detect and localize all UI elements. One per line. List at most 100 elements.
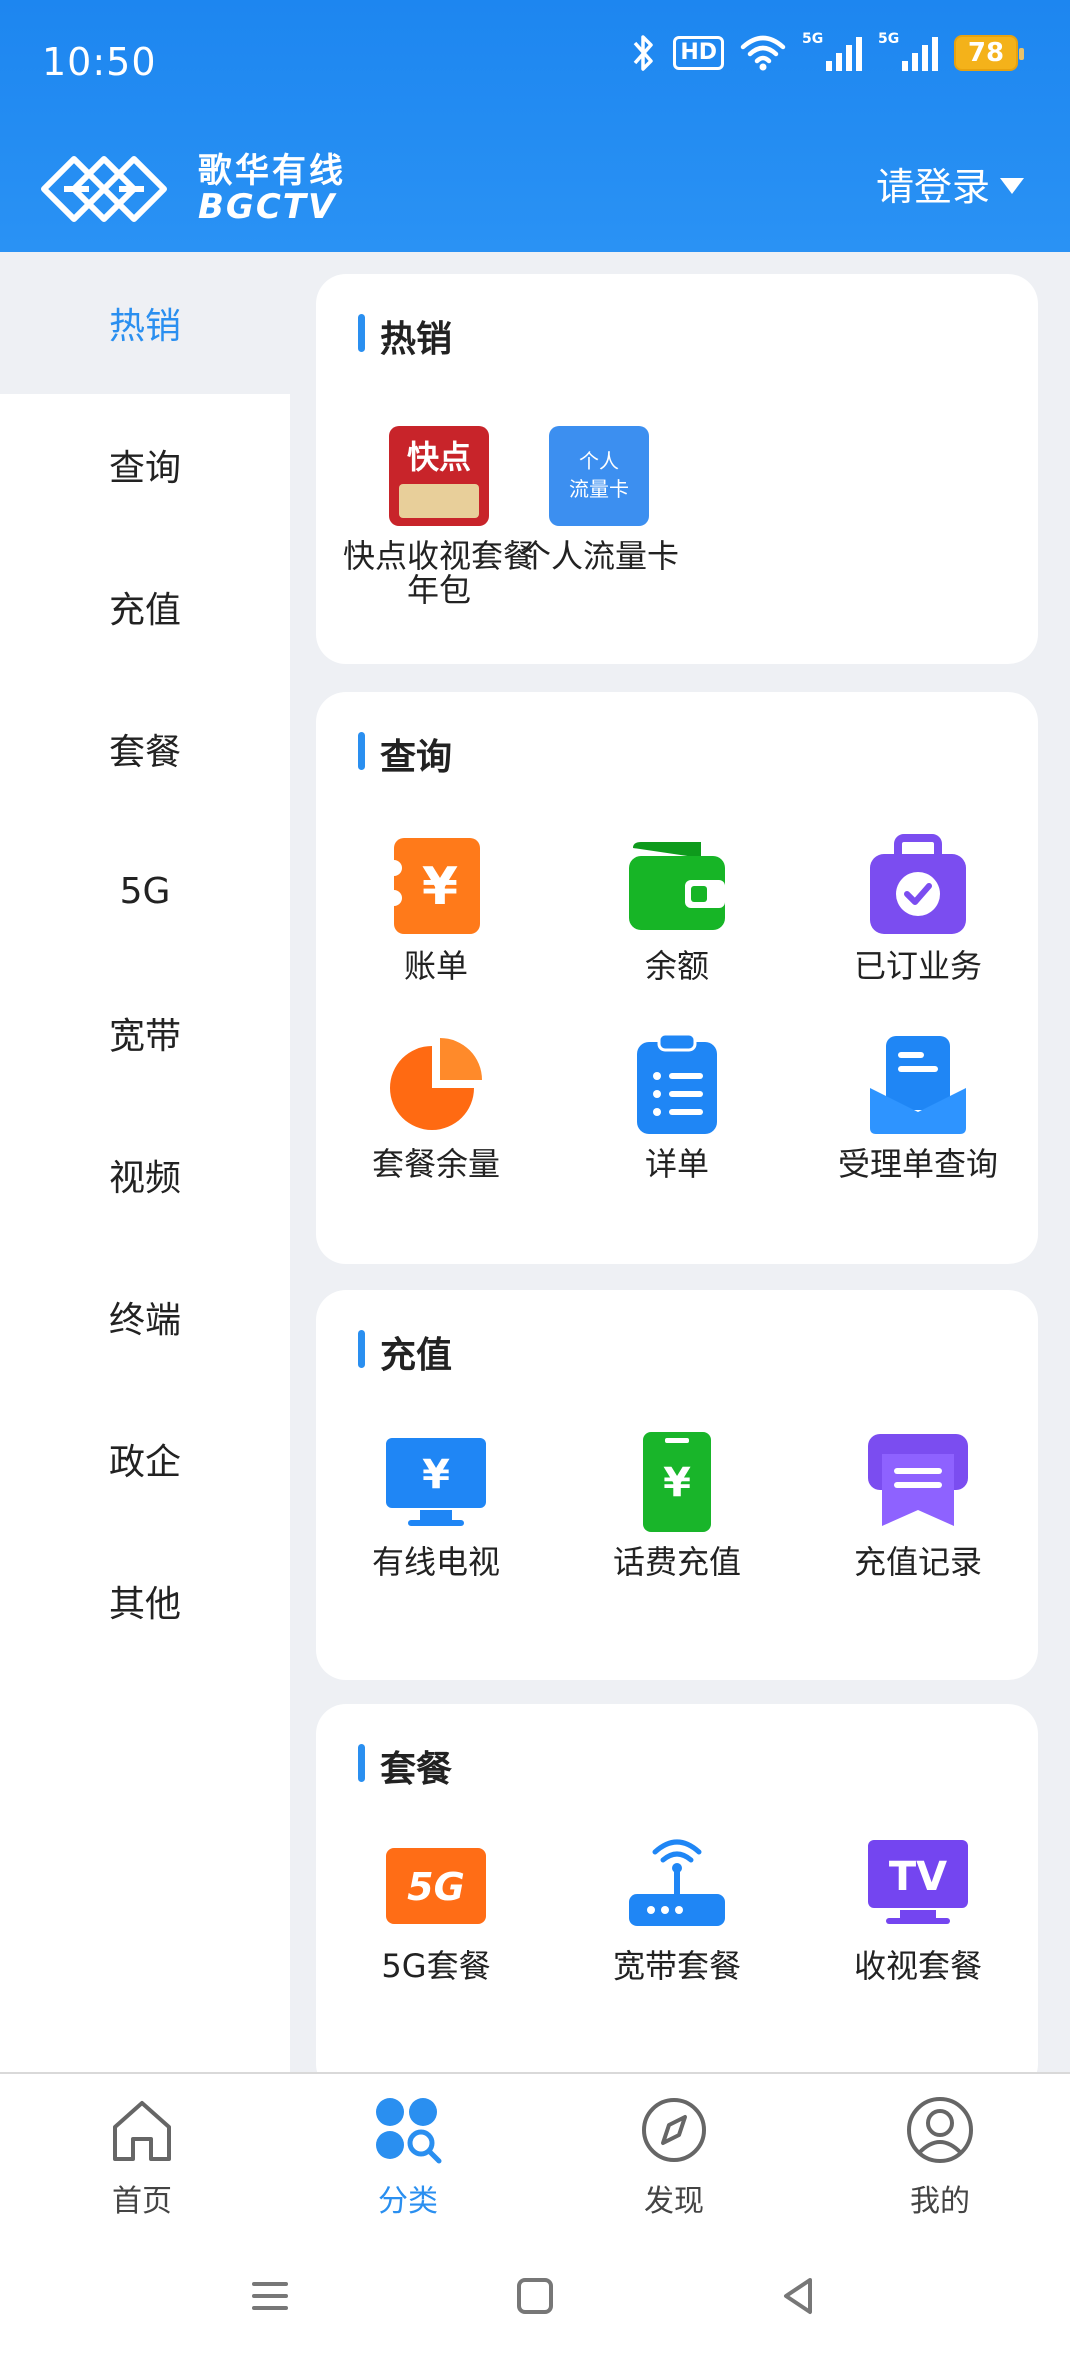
wifi-icon <box>740 35 786 71</box>
tile-label: 有线电视 <box>371 1543 500 1581</box>
tab-discover[interactable]: 发现 <box>574 2092 774 2220</box>
sidebar-item-package[interactable]: 套餐 <box>0 678 290 820</box>
menu-button[interactable] <box>240 2266 300 2326</box>
section-title: 套餐 <box>358 1740 452 1792</box>
status-time: 10:50 <box>42 40 157 84</box>
tile-recharge-record[interactable]: 充值记录 <box>798 1430 1038 1580</box>
tile-label: 充值记录 <box>853 1543 982 1581</box>
section-hot: 热销 快点 快点收视套餐年包 个人 流量卡 个人流量卡 <box>316 274 1038 664</box>
pie-chart-icon <box>384 1032 488 1136</box>
tile-subscribed-services[interactable]: 已订业务 <box>798 834 1038 984</box>
hd-icon: HD <box>673 36 724 70</box>
tile-label: 账单 <box>403 947 468 985</box>
subscribed-service-icon <box>866 834 970 938</box>
sidebar-item-recharge[interactable]: 充值 <box>0 536 290 678</box>
bluetooth-icon <box>631 33 657 73</box>
tile-broadband-package[interactable]: 宽带套餐 <box>557 1834 797 1984</box>
svg-text:个人: 个人 <box>579 449 619 473</box>
brand-name-cn: 歌华有线 <box>198 151 346 191</box>
sidebar-item-terminal[interactable]: 终端 <box>0 1246 290 1388</box>
tile-label: 个人流量卡 <box>518 537 679 575</box>
svg-text:快点: 快点 <box>407 438 471 476</box>
tile-label: 已订业务 <box>853 947 982 985</box>
back-button[interactable] <box>768 2266 828 2326</box>
tab-label: 分类 <box>378 2184 438 2219</box>
bill-icon: ¥ <box>384 834 488 938</box>
square-icon <box>517 2278 553 2314</box>
section-package: 套餐 5G 5G套餐 宽带套餐 TV 收视套餐 <box>316 1704 1038 2072</box>
bgctv-logo-icon <box>41 156 167 222</box>
data-card-icon: 个人 流量卡 <box>547 424 651 528</box>
system-nav-bar <box>0 2242 1070 2356</box>
back-triangle-icon <box>784 2278 812 2314</box>
category-sidebar: 热销 查询 充值 套餐 5G 宽带 视频 终端 政企 其他 <box>0 252 290 2072</box>
router-icon <box>625 1834 729 1938</box>
bottom-tab-bar: 首页 分类 发现 我的 <box>0 2072 1070 2242</box>
kuaidian-package-icon: 快点 <box>387 424 491 528</box>
tile-phone-recharge[interactable]: ¥ 话费充值 <box>557 1430 797 1580</box>
tab-home[interactable]: 首页 <box>42 2092 242 2220</box>
tab-label: 首页 <box>112 2184 172 2219</box>
app-header: 10:50 HD 5G 5G 78 歌华有线 BGCTV 请登录 <box>0 0 1070 252</box>
section-query: 查询 ¥ 账单 余额 已订业务 套餐余量 详单 受理单查询 <box>316 692 1038 1264</box>
sidebar-item-query[interactable]: 查询 <box>0 394 290 536</box>
tile-tv-package[interactable]: TV 收视套餐 <box>798 1834 1038 1984</box>
category-icon <box>370 2092 446 2168</box>
tile-balance[interactable]: 余额 <box>557 834 797 984</box>
battery-icon: 78 <box>954 35 1024 71</box>
section-title: 查询 <box>358 728 452 780</box>
tile-label: 详单 <box>644 1145 709 1183</box>
profile-icon <box>902 2092 978 2168</box>
tile-label: 套餐余量 <box>371 1145 500 1183</box>
caret-down-icon <box>1000 177 1024 194</box>
detail-list-icon <box>625 1032 729 1136</box>
login-dropdown[interactable]: 请登录 <box>876 156 1024 211</box>
order-query-icon <box>866 1032 970 1136</box>
signal-5g-icon: 5G <box>802 31 862 73</box>
tab-label: 我的 <box>910 2184 970 2219</box>
svg-text:¥: ¥ <box>422 857 458 917</box>
tile-5g-package[interactable]: 5G 5G套餐 <box>316 1834 556 1984</box>
tile-tv-recharge[interactable]: ¥ 有线电视 <box>316 1430 556 1580</box>
brand-name-en: BGCTV <box>198 187 337 227</box>
menu-icon <box>252 2282 288 2310</box>
tile-label: 5G套餐 <box>381 1947 491 1985</box>
sidebar-item-5g[interactable]: 5G <box>0 820 290 962</box>
tab-profile[interactable]: 我的 <box>840 2092 1040 2220</box>
svg-text:¥: ¥ <box>422 1452 450 1498</box>
brand-logo: 歌华有线 BGCTV <box>34 144 346 234</box>
tile-label: 余额 <box>644 947 709 985</box>
wallet-icon <box>625 834 729 938</box>
tab-category[interactable]: 分类 <box>308 2092 508 2220</box>
tile-detail-list[interactable]: 详单 <box>557 1032 797 1182</box>
category-content: 热销 快点 快点收视套餐年包 个人 流量卡 个人流量卡 查询 ¥ 账单 余额 已… <box>290 252 1070 2072</box>
sidebar-item-broadband[interactable]: 宽带 <box>0 962 290 1104</box>
tile-order-query[interactable]: 受理单查询 <box>798 1032 1038 1182</box>
sidebar-item-other[interactable]: 其他 <box>0 1530 290 1672</box>
svg-text:TV: TV <box>889 1854 947 1900</box>
phone-recharge-icon: ¥ <box>625 1430 729 1534</box>
compass-icon <box>636 2092 712 2168</box>
tile-data-card[interactable]: 个人 流量卡 个人流量卡 <box>479 424 719 574</box>
svg-text:¥: ¥ <box>663 1460 691 1506</box>
home-icon <box>104 2092 180 2168</box>
signal-5g-icon-2: 5G <box>878 31 938 73</box>
tile-label: 收视套餐 <box>853 1947 982 1985</box>
svg-text:5G: 5G <box>407 1865 465 1909</box>
sidebar-item-hot[interactable]: 热销 <box>0 252 290 394</box>
tv-icon: TV <box>866 1834 970 1938</box>
home-system-button[interactable] <box>505 2266 565 2326</box>
login-label: 请登录 <box>875 165 990 209</box>
status-icons: HD 5G 5G 78 <box>631 30 1024 76</box>
tab-label: 发现 <box>644 2184 704 2219</box>
tile-bill[interactable]: ¥ 账单 <box>316 834 556 984</box>
tv-recharge-icon: ¥ <box>384 1430 488 1534</box>
section-title: 充值 <box>358 1326 452 1378</box>
sidebar-item-enterprise[interactable]: 政企 <box>0 1388 290 1530</box>
tile-label: 宽带套餐 <box>612 1947 741 1985</box>
sidebar-item-video[interactable]: 视频 <box>0 1104 290 1246</box>
section-recharge: 充值 ¥ 有线电视 ¥ 话费充值 充值记录 <box>316 1290 1038 1680</box>
section-title: 热销 <box>358 310 452 362</box>
tile-package-balance[interactable]: 套餐余量 <box>316 1032 556 1182</box>
tile-label: 受理单查询 <box>837 1145 998 1183</box>
